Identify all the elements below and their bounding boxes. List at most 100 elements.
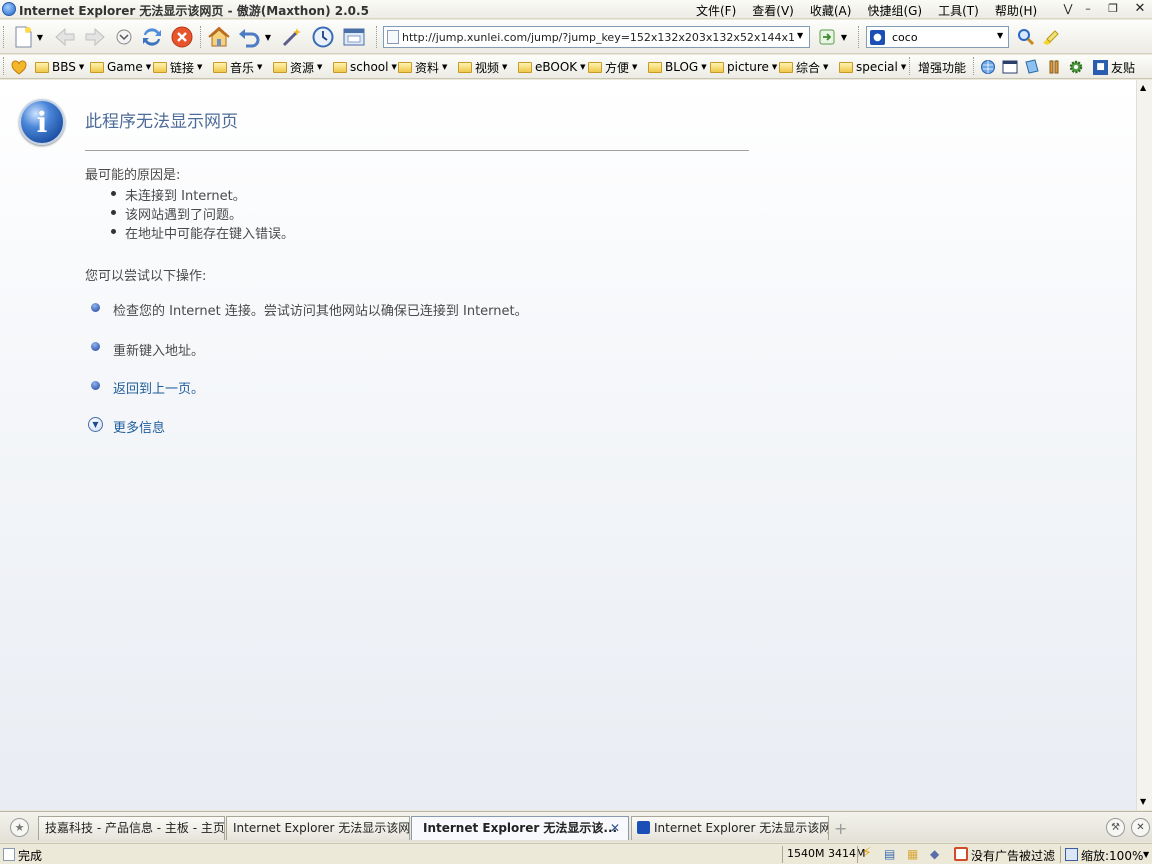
toolbar-grip[interactable] bbox=[909, 57, 912, 75]
chevron-down-icon[interactable]: ▼ bbox=[797, 31, 803, 40]
bullet bbox=[111, 210, 116, 215]
menu-groups[interactable]: 快捷组(G) bbox=[859, 2, 930, 19]
close-tab-icon[interactable]: ✕ bbox=[610, 817, 620, 839]
blue-bullet-icon bbox=[91, 342, 100, 351]
more-info-link[interactable]: 更多信息 bbox=[113, 417, 165, 436]
close-window-button[interactable]: ✕ bbox=[1130, 1, 1150, 17]
tab-ie-error-active[interactable]: Internet Explorer 无法显示该... ✕ bbox=[411, 816, 629, 840]
lightning-icon[interactable]: ⚡ bbox=[862, 845, 872, 861]
minimize-button[interactable]: – bbox=[1078, 1, 1098, 17]
baidu-paw-icon[interactable]: ● bbox=[870, 30, 885, 45]
folder-icon[interactable]: ▦ bbox=[907, 847, 918, 861]
chevron-down-icon: ▼ bbox=[78, 63, 85, 71]
tab-gigabyte[interactable]: 技嘉科技 - 产品信息 - 主板 - 主页 bbox=[38, 816, 225, 840]
new-page-icon[interactable] bbox=[10, 24, 36, 50]
window-icon[interactable] bbox=[341, 24, 367, 50]
chevron-down-icon[interactable]: ▼ bbox=[34, 24, 46, 50]
scroll-up-arrow-icon[interactable]: ▲ bbox=[1140, 83, 1146, 92]
star-icon[interactable]: ★ bbox=[10, 818, 29, 837]
fav-folder-ebook[interactable]: eBOOK ▼ bbox=[518, 59, 586, 75]
enhance-button[interactable]: 增强功能 bbox=[918, 59, 966, 75]
highlighter-icon[interactable] bbox=[1037, 24, 1063, 50]
chevron-down-icon[interactable]: ⋁ bbox=[1058, 1, 1078, 17]
fav-folder-music[interactable]: 音乐 ▼ bbox=[213, 59, 262, 75]
menu-tools[interactable]: 工具(T) bbox=[930, 2, 987, 19]
tab-ie-error-1[interactable]: Internet Explorer 无法显示该网页 bbox=[226, 816, 410, 840]
clock-icon[interactable] bbox=[310, 24, 336, 50]
fav-folder-general[interactable]: 综合 ▼ bbox=[779, 59, 828, 75]
chevron-down-icon[interactable]: ▼ bbox=[262, 24, 274, 50]
plugin-doc-icon[interactable] bbox=[1024, 59, 1040, 75]
toolbar-grip[interactable] bbox=[200, 26, 203, 48]
fav-folder-school[interactable]: school ▼ bbox=[333, 59, 397, 75]
search-box[interactable]: ● ▼ bbox=[866, 26, 1009, 48]
favorites-bar: BBS ▼ Game ▼ 链接 ▼ 音乐 ▼ 资源 ▼ school ▼ 资料 ▼ 视频 ▼ e… bbox=[0, 55, 1152, 79]
scroll-down-arrow-icon[interactable]: ▼ bbox=[1140, 797, 1146, 806]
folder-icon bbox=[648, 61, 662, 73]
refresh-icon[interactable] bbox=[139, 24, 165, 50]
plugin-gear-icon[interactable] bbox=[1068, 59, 1084, 75]
toolbar-grip[interactable] bbox=[3, 57, 6, 75]
plugin-window-icon[interactable] bbox=[1002, 59, 1018, 75]
menu-favorites[interactable]: 收藏(A) bbox=[802, 2, 860, 19]
plugin-globe-icon[interactable] bbox=[980, 59, 996, 75]
fav-folder-convenience[interactable]: 方便 ▼ bbox=[588, 59, 637, 75]
menu-help[interactable]: 帮助(H) bbox=[987, 2, 1045, 19]
go-back-link[interactable]: 返回到上一页。 bbox=[113, 378, 204, 397]
fav-folder-video[interactable]: 视频 ▼ bbox=[458, 59, 507, 75]
history-dropdown-icon[interactable] bbox=[111, 24, 137, 50]
fav-folder-bbs[interactable]: BBS ▼ bbox=[35, 59, 84, 75]
undo-close-icon[interactable] bbox=[236, 24, 262, 50]
toolbar-grip[interactable] bbox=[376, 26, 379, 48]
fav-folder-links[interactable]: 链接 ▼ bbox=[153, 59, 202, 75]
new-tab-plus-icon[interactable]: + bbox=[834, 819, 847, 838]
network-icon[interactable]: ▤ bbox=[884, 847, 895, 861]
folder-icon bbox=[518, 61, 532, 73]
back-icon[interactable] bbox=[52, 24, 78, 50]
toolbar-grip[interactable] bbox=[3, 26, 6, 48]
layers-icon[interactable]: ◆ bbox=[930, 847, 939, 861]
restore-button[interactable]: ❐ bbox=[1103, 1, 1123, 17]
chevron-down-icon[interactable]: ▼ bbox=[1143, 850, 1149, 859]
tab-ie-error-2[interactable]: Internet Explorer 无法显示该网页 bbox=[631, 816, 829, 840]
address-bar[interactable]: ▼ bbox=[383, 26, 810, 48]
fav-folder-blog[interactable]: BLOG ▼ bbox=[648, 59, 707, 75]
close-all-tabs-icon[interactable]: ✕ bbox=[1131, 818, 1150, 837]
address-input[interactable] bbox=[402, 29, 794, 45]
plugin-brush-icon[interactable] bbox=[1046, 59, 1062, 75]
zoom-icon[interactable] bbox=[1065, 848, 1078, 861]
fav-folder-game[interactable]: Game ▼ bbox=[90, 59, 151, 75]
friend-post-button[interactable]: ■ 友贴 bbox=[1093, 59, 1135, 75]
ad-filter-status[interactable]: 没有广告被过滤 bbox=[971, 847, 1055, 864]
chevron-down-icon[interactable]: ▼ bbox=[997, 31, 1003, 40]
info-icon: i bbox=[19, 99, 65, 145]
search-icon[interactable] bbox=[1013, 24, 1039, 50]
menu-file[interactable]: 文件(F) bbox=[688, 2, 744, 19]
ad-filter-icon[interactable] bbox=[954, 847, 968, 861]
search-input[interactable] bbox=[892, 29, 992, 45]
chevron-down-icon: ▼ bbox=[145, 63, 152, 71]
stop-icon[interactable] bbox=[169, 24, 195, 50]
expand-chevron-icon[interactable]: ▼ bbox=[88, 417, 103, 432]
vertical-scrollbar[interactable]: ▲ ▼ bbox=[1136, 80, 1152, 810]
toolbar-grip[interactable] bbox=[858, 26, 861, 48]
fav-folder-materials[interactable]: 资料 ▼ bbox=[398, 59, 447, 75]
chevron-down-icon: ▼ bbox=[632, 63, 638, 71]
tab-label: Internet Explorer 无法显示该... bbox=[423, 821, 618, 835]
fav-folder-resources[interactable]: 资源 ▼ bbox=[273, 59, 322, 75]
divider bbox=[85, 150, 749, 151]
fav-folder-special[interactable]: special ▼ bbox=[839, 59, 906, 75]
forward-icon[interactable] bbox=[82, 24, 108, 50]
toolbar-grip[interactable] bbox=[973, 57, 976, 75]
chevron-down-icon: ▼ bbox=[502, 63, 508, 71]
maxthon-logo-icon bbox=[2, 2, 16, 16]
zoom-level[interactable]: 缩放:100% bbox=[1081, 847, 1143, 864]
chevron-down-icon[interactable]: ▼ bbox=[838, 24, 850, 50]
wrench-icon[interactable]: ⚒ bbox=[1106, 818, 1125, 837]
menu-view[interactable]: 查看(V) bbox=[744, 2, 802, 19]
chevron-down-icon: ▼ bbox=[580, 63, 586, 71]
home-icon[interactable] bbox=[206, 24, 232, 50]
favorites-heart-icon[interactable] bbox=[11, 59, 27, 75]
fav-folder-picture[interactable]: picture ▼ bbox=[710, 59, 777, 75]
magic-wand-icon[interactable] bbox=[279, 24, 305, 50]
